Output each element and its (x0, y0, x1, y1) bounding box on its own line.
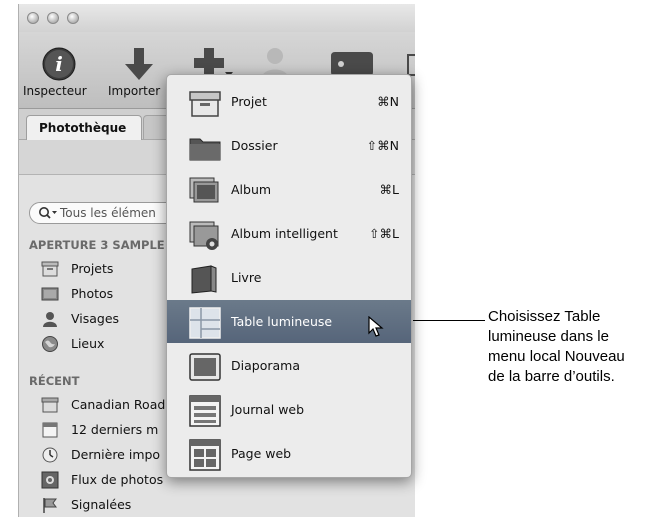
toolbar-edge-icon (407, 54, 415, 76)
close-window-button[interactable] (27, 12, 39, 24)
menu-item-album[interactable]: Album ⌘L (167, 168, 411, 211)
import-label: Importer (108, 84, 161, 98)
callout-text: Choisissez Table lumineuse dans le menu … (488, 307, 658, 387)
import-clock-icon (41, 446, 59, 464)
book-icon (189, 263, 221, 295)
section-title-library: APERTURE 3 SAMPLE (29, 238, 165, 252)
callout-line-4: de la barre d’outils. (488, 368, 615, 385)
smart-album-icon (189, 219, 221, 251)
info-icon: i (42, 47, 76, 81)
import-arrow-icon (125, 48, 153, 80)
faces-icon (41, 310, 59, 328)
menu-item-web-page[interactable]: Page web (167, 432, 411, 475)
menu-item-smart-album[interactable]: Album intelligent ⇧⌘L (167, 212, 411, 255)
title-bar (19, 4, 415, 32)
search-placeholder: Tous les élémen (60, 206, 156, 220)
search-icon (38, 206, 58, 223)
web-page-icon (189, 439, 221, 471)
folder-icon (189, 131, 221, 163)
inspector-button[interactable]: i (41, 46, 77, 86)
light-table-icon (189, 307, 221, 339)
web-journal-icon (189, 395, 221, 427)
menu-item-book[interactable]: Livre (167, 256, 411, 299)
calendar-icon (41, 421, 59, 439)
minimize-window-button[interactable] (47, 12, 59, 24)
import-button[interactable] (123, 46, 155, 86)
mouse-pointer-icon (368, 315, 384, 342)
slideshow-icon (189, 351, 221, 383)
zoom-window-button[interactable] (67, 12, 79, 24)
menu-item-slideshow[interactable]: Diaporama (167, 344, 411, 387)
projects-icon (41, 260, 59, 278)
places-icon (41, 335, 59, 353)
photos-icon (41, 285, 59, 303)
callout-leader-line (413, 320, 485, 321)
callout-line-3: menu local Nouveau (488, 348, 625, 365)
project-box-icon (41, 396, 59, 414)
flag-icon (41, 496, 59, 514)
album-icon (189, 175, 221, 207)
menu-item-project[interactable]: Projet ⌘N (167, 80, 411, 123)
project-icon (189, 87, 221, 119)
callout-line-2: lumineuse dans le (488, 328, 609, 345)
menu-item-web-journal[interactable]: Journal web (167, 388, 411, 431)
inspector-label: Inspecteur (23, 84, 87, 98)
callout-line-1: Choisissez Table (488, 308, 601, 325)
new-popup-menu: Projet ⌘N Dossier ⇧⌘N Album ⌘L Album int… (166, 74, 412, 478)
tab-library[interactable]: Photothèque (26, 115, 142, 140)
section-title-recent: RÉCENT (29, 374, 80, 388)
menu-item-folder[interactable]: Dossier ⇧⌘N (167, 124, 411, 167)
photostream-icon (41, 471, 59, 489)
svg-text:i: i (55, 52, 63, 76)
